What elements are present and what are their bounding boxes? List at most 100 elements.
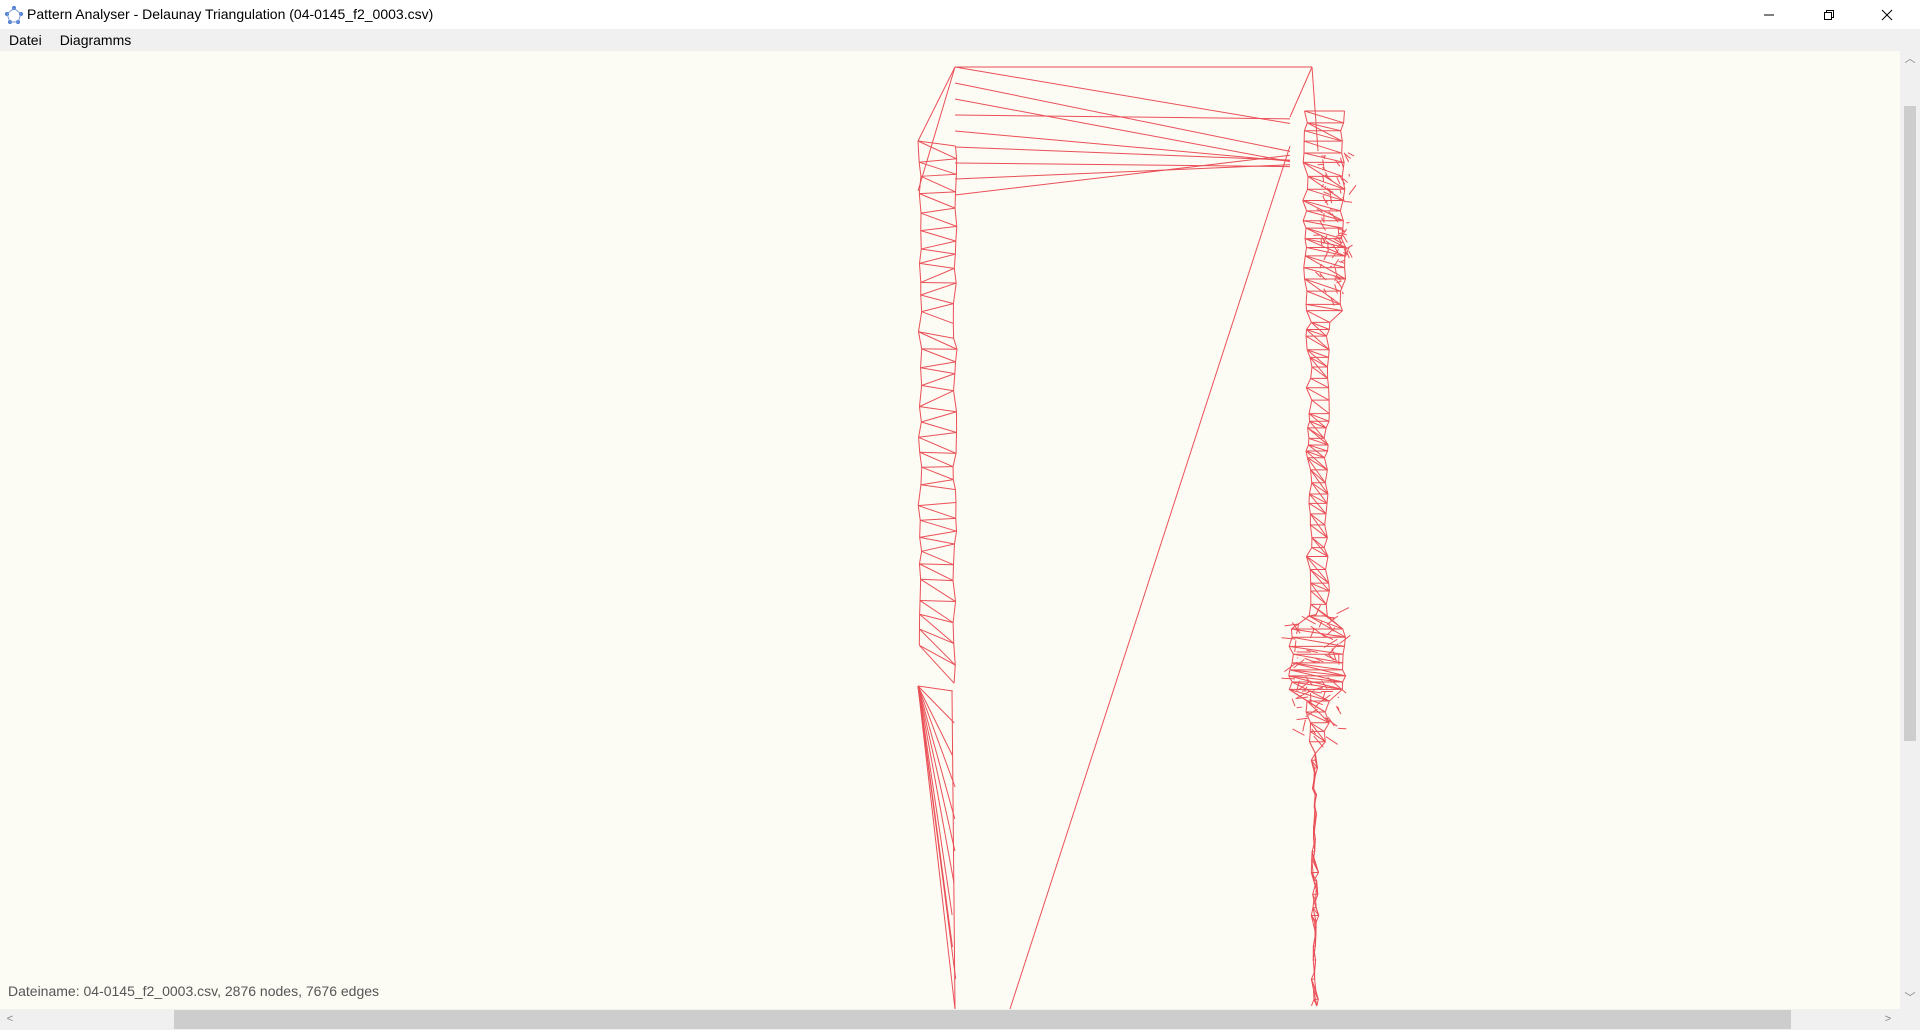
mesh-edge [954, 146, 1291, 161]
mesh-edge [1308, 413, 1330, 422]
mesh-edge [1308, 444, 1328, 452]
menu-datei[interactable]: Datei [0, 29, 51, 51]
mesh-edge [1345, 200, 1353, 203]
mesh-edge [920, 282, 957, 296]
triangulation-canvas[interactable] [0, 51, 1900, 1009]
mesh-edge [1303, 267, 1346, 280]
minimize-button[interactable] [1740, 0, 1798, 29]
restore-icon [1824, 9, 1834, 20]
mesh-edge [1324, 185, 1327, 188]
scroll-up-icon[interactable]: ︿ [1900, 54, 1920, 65]
mesh-edge [918, 644, 955, 684]
mesh-edge [1307, 690, 1322, 694]
mesh-edge [920, 578, 956, 602]
mesh-edge [921, 411, 957, 423]
mesh-edge [921, 303, 954, 313]
mesh-edge [920, 367, 955, 375]
mesh-edge [919, 253, 956, 264]
vertical-scrollbar[interactable]: ︿ ﹀ [1900, 51, 1920, 1009]
mesh-edge [920, 294, 954, 305]
mesh-edge [920, 230, 956, 242]
mesh-edge [1306, 387, 1330, 401]
mesh-edge [920, 517, 956, 521]
horizontal-scrollbar[interactable]: < > [0, 1009, 1900, 1030]
mesh-edge [1296, 657, 1299, 659]
mesh-edge [1306, 303, 1343, 312]
scroll-right-icon[interactable]: > [1878, 1014, 1898, 1025]
close-button[interactable] [1858, 0, 1916, 29]
mesh-edge [919, 262, 955, 269]
mesh-edge [919, 530, 957, 538]
mesh-edge [920, 225, 957, 232]
mesh-edge [920, 361, 956, 369]
mesh-edge [1307, 188, 1344, 201]
mesh-edge [1309, 615, 1343, 630]
menu-diagramms[interactable]: Diagramms [51, 29, 141, 51]
mesh-edge [1307, 122, 1343, 142]
mesh-edge [954, 154, 1291, 196]
mesh-edge [954, 114, 1291, 120]
mesh-edge [919, 193, 956, 209]
mesh-edge [1321, 217, 1324, 221]
mesh-edge [1306, 210, 1344, 222]
mesh-edge [920, 175, 956, 193]
mesh-edge [919, 406, 957, 413]
mesh-edge [1315, 271, 1322, 278]
mesh-edge [954, 162, 1291, 168]
minimize-icon [1764, 14, 1774, 15]
mesh-edge [1343, 152, 1350, 163]
mesh-edge [921, 466, 954, 468]
mesh-edge [921, 248, 956, 255]
mesh-edge [1336, 176, 1341, 185]
horizontal-scroll-thumb[interactable] [174, 1010, 1791, 1029]
mesh-edge [919, 191, 956, 195]
mesh-edge [920, 578, 954, 582]
mesh-edge [1310, 377, 1329, 389]
mesh-edge [1311, 66, 1319, 152]
mesh-edge [921, 311, 954, 324]
mesh-edge [920, 519, 957, 532]
mesh-edge [954, 130, 1291, 162]
mesh-edge [1310, 722, 1326, 743]
mesh-edge [919, 451, 957, 454]
mesh-edge [954, 164, 1291, 180]
mesh-edge [1309, 493, 1327, 515]
mesh-edge [921, 240, 956, 250]
mesh-edge [918, 331, 958, 350]
mesh-edge [1311, 537, 1329, 557]
mesh-edge [919, 628, 956, 666]
mesh-edge [1322, 194, 1325, 198]
mesh-edge [921, 348, 956, 363]
status-text: Dateiname: 04-0145_f2_0003.csv, 2876 nod… [8, 983, 380, 999]
mesh-edge [1305, 335, 1330, 351]
delaunay-triangulation-plot [917, 66, 1357, 1009]
mesh-edge [919, 563, 954, 566]
mesh-edge [1319, 220, 1326, 231]
maximize-button[interactable] [1800, 0, 1858, 29]
mesh-edge [917, 685, 955, 884]
mesh-edge [1308, 502, 1327, 515]
mesh-edge [1009, 145, 1291, 1009]
mesh-edge [1289, 66, 1313, 118]
mesh-edge [1303, 140, 1342, 154]
mesh-edge [1309, 493, 1328, 504]
mesh-edge [919, 390, 954, 408]
mesh-edge [919, 628, 954, 644]
mesh-edge [1348, 185, 1357, 195]
mesh-edge [921, 550, 954, 566]
scroll-down-icon[interactable]: ﹀ [1900, 993, 1920, 1004]
mesh-edge [1296, 717, 1308, 721]
mesh-edge [954, 66, 1291, 125]
scroll-left-icon[interactable]: < [0, 1014, 20, 1025]
mesh-edge [1326, 294, 1334, 300]
mesh-edge [919, 158, 957, 163]
mesh-edge [1296, 706, 1303, 709]
mesh-edge [920, 173, 957, 177]
mesh-edge [918, 501, 957, 507]
app-network-icon [5, 6, 23, 24]
vertical-scroll-thumb[interactable] [1904, 106, 1916, 741]
mesh-edge [1347, 152, 1355, 157]
mesh-edge [1302, 719, 1306, 732]
mesh-edge [917, 685, 957, 980]
window-title: Pattern Analyser - Delaunay Triangulatio… [27, 6, 434, 22]
